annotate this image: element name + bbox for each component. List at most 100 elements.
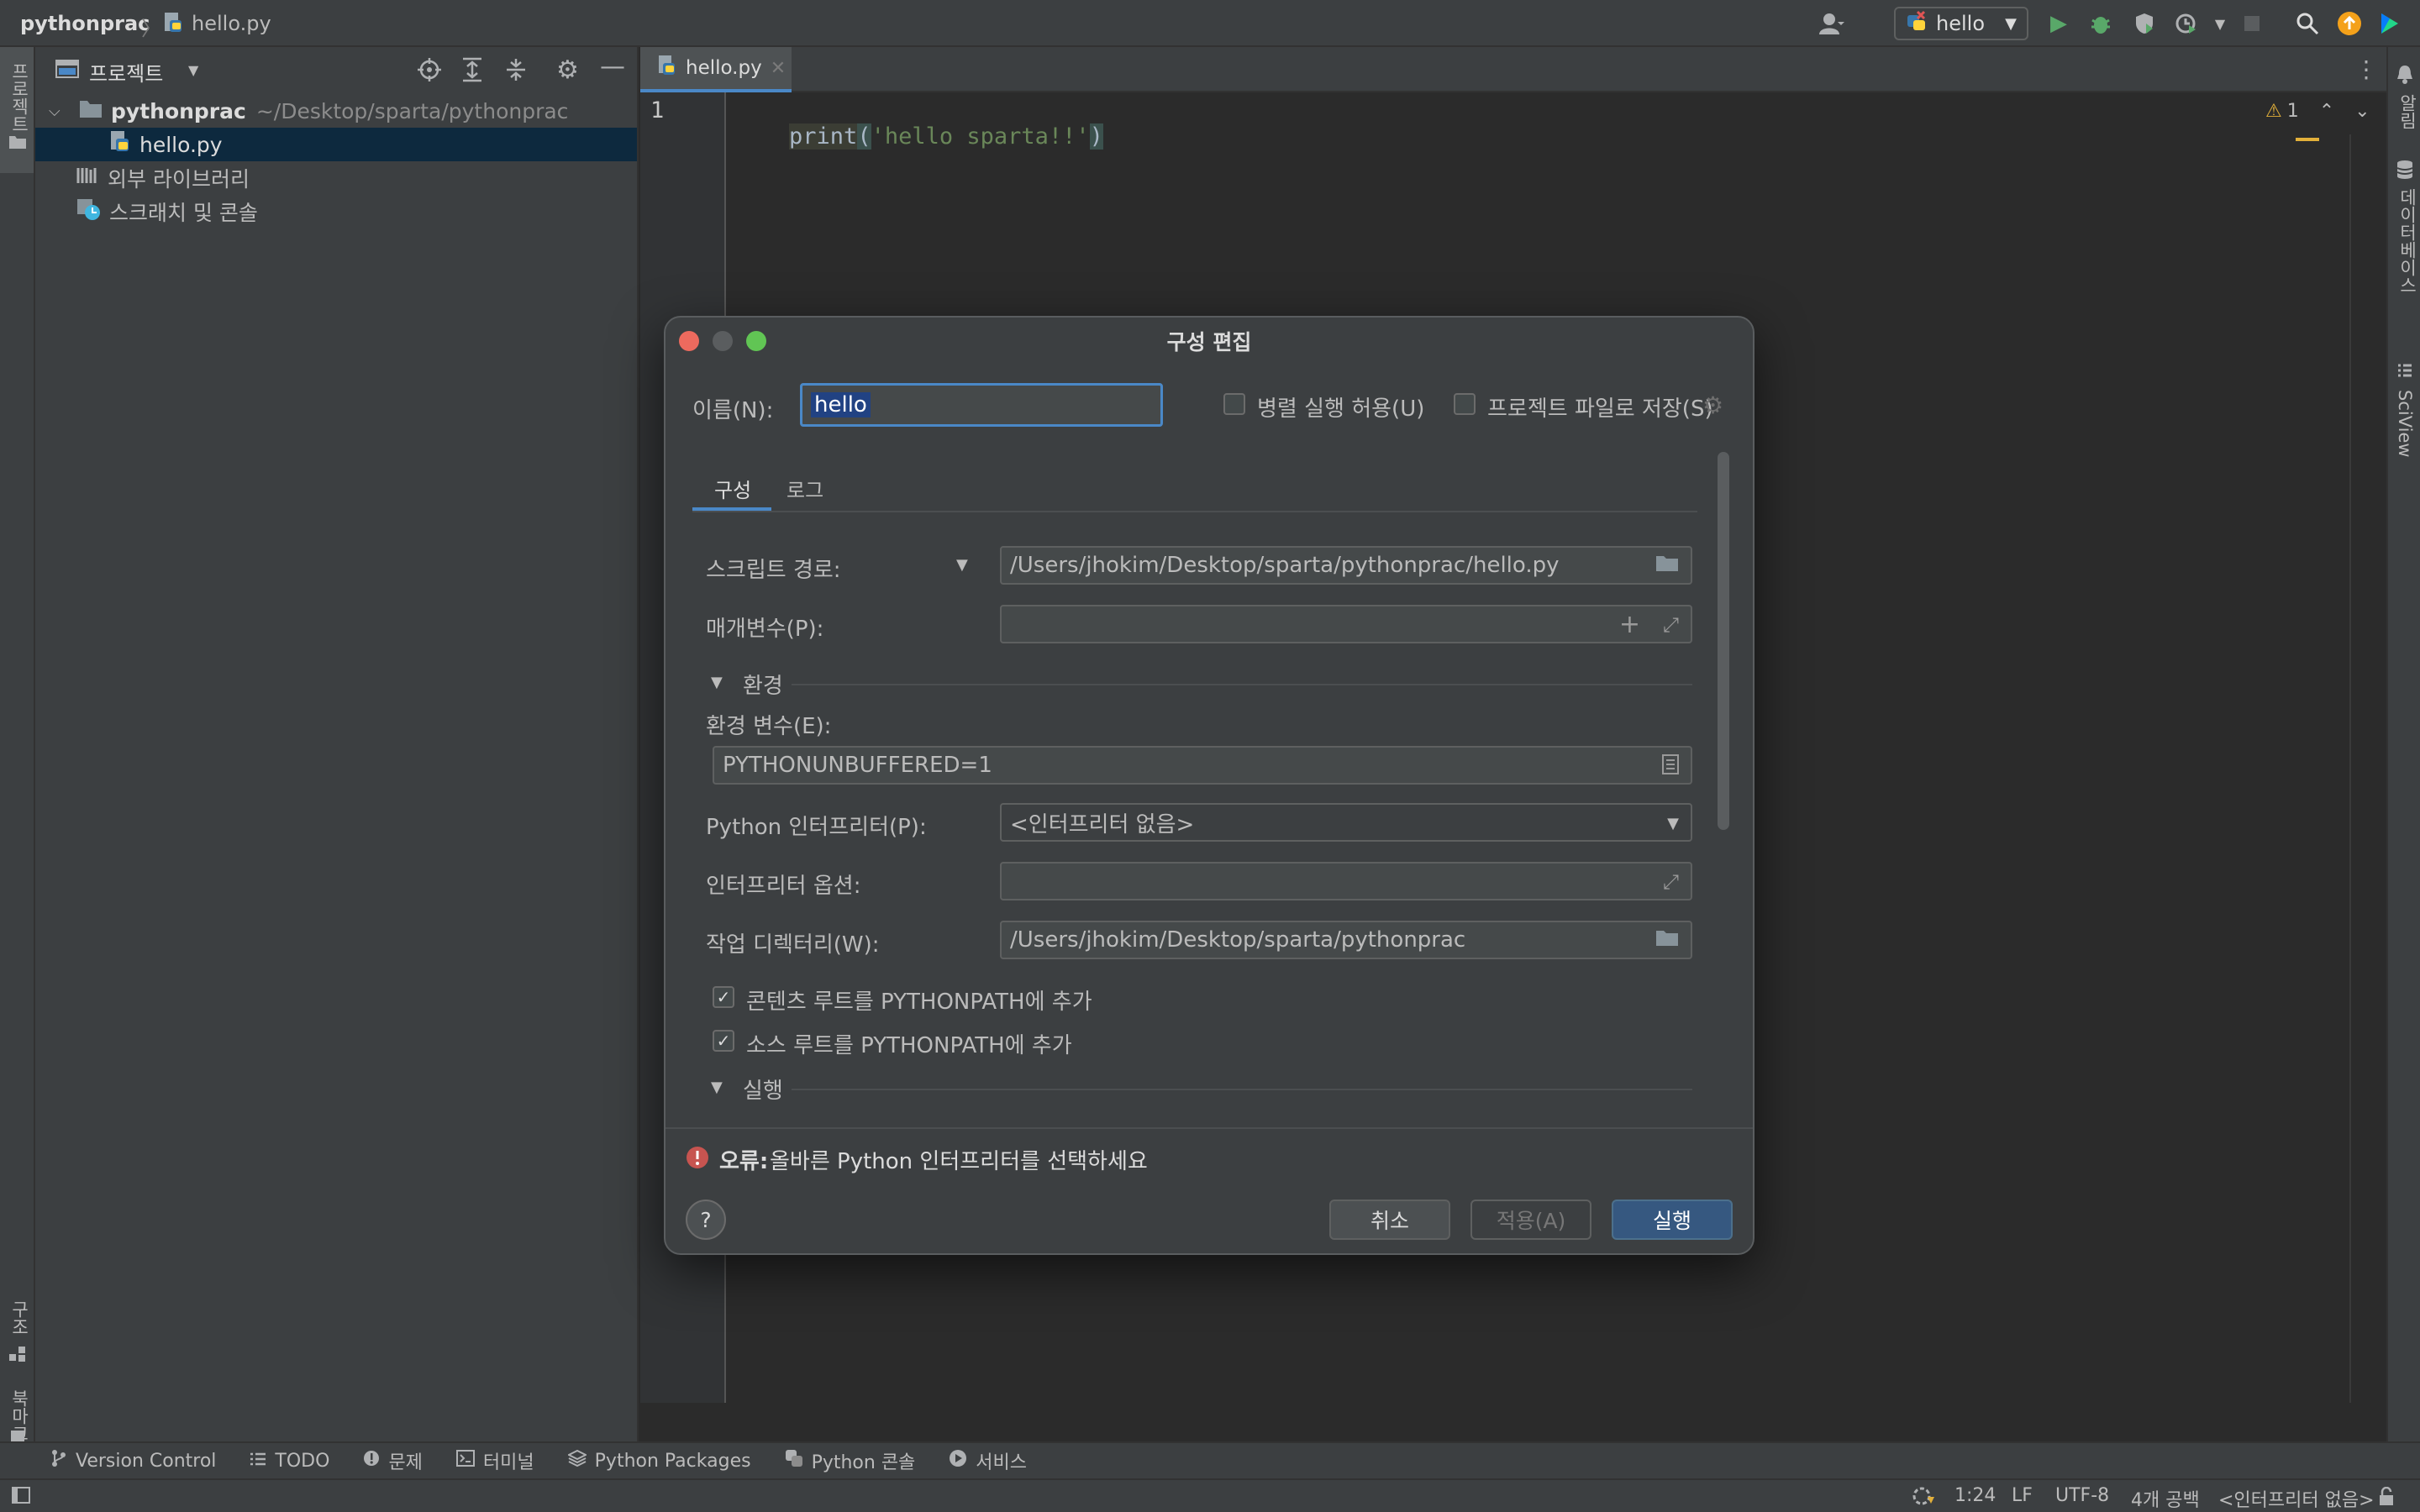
sciview-icon bbox=[2396, 363, 2413, 383]
tab-configuration[interactable]: 구성 bbox=[692, 467, 771, 511]
error-icon bbox=[686, 1146, 709, 1173]
tool-windows-toggle-icon[interactable] bbox=[12, 1487, 30, 1509]
expand-icon[interactable]: ⤢ bbox=[1663, 870, 1679, 894]
tool-services[interactable]: 서비스 bbox=[949, 1447, 1027, 1474]
section-divider bbox=[792, 1089, 1692, 1090]
caret-position[interactable]: 1:24 bbox=[1954, 1485, 1996, 1506]
locate-file-icon[interactable] bbox=[417, 57, 442, 86]
expand-icon[interactable]: ⤢ bbox=[1663, 613, 1679, 637]
add-content-roots-label: 콘텐츠 루트를 PYTHONPATH에 추가 bbox=[746, 990, 1092, 1015]
folder-icon[interactable] bbox=[1655, 929, 1679, 953]
more-options-icon[interactable]: ⋮ bbox=[2354, 55, 2378, 83]
tree-item-project-root[interactable]: ⌵ pythonprac ~/Desktop/sparta/pythonprac bbox=[35, 94, 637, 128]
chevron-down-icon[interactable]: ⌵ bbox=[49, 102, 72, 120]
env-vars-input[interactable]: PYTHONUNBUFFERED=1 bbox=[713, 746, 1692, 785]
inspection-widget[interactable]: ⚠ 1 ⌃ ⌄ bbox=[2265, 101, 2370, 122]
working-directory-input[interactable]: /Users/jhokim/Desktop/sparta/pythonprac bbox=[1000, 921, 1692, 959]
add-source-roots-checkbox[interactable]: ✓ bbox=[713, 1030, 734, 1052]
gear-icon[interactable]: ⚙ bbox=[556, 55, 579, 85]
interpreter-value: <인터프리터 없음> bbox=[1010, 811, 1195, 837]
breadcrumb-project[interactable]: pythonprac bbox=[20, 12, 150, 35]
problems-icon bbox=[363, 1450, 380, 1472]
scrollbar-thumb[interactable] bbox=[1718, 452, 1729, 830]
folder-icon[interactable] bbox=[1655, 554, 1679, 578]
run-config-selector[interactable]: hello ▼ bbox=[1894, 7, 2028, 40]
tab-hello-py[interactable]: hello.py ✕ bbox=[640, 47, 792, 92]
tree-item-external-libraries[interactable]: 외부 라이브러리 bbox=[35, 161, 637, 195]
chevron-up-icon[interactable]: ⌃ bbox=[2319, 101, 2334, 122]
coverage-icon[interactable] bbox=[2129, 8, 2160, 39]
add-content-roots-checkbox[interactable]: ✓ bbox=[713, 986, 734, 1008]
parallel-run-label: 병렬 실행 허용(U) bbox=[1257, 396, 1425, 422]
tool-problems[interactable]: 문제 bbox=[363, 1447, 423, 1474]
edit-env-vars-icon[interactable] bbox=[1662, 754, 1679, 780]
notifications-tool-tab[interactable]: 알림 bbox=[2388, 55, 2420, 148]
chevron-down-icon[interactable]: ⌄ bbox=[2354, 101, 2370, 122]
scratches-icon bbox=[76, 197, 101, 226]
user-icon[interactable] bbox=[1817, 8, 1847, 39]
warning-stripe-marker[interactable] bbox=[2296, 138, 2319, 141]
error-prefix: 오류: bbox=[719, 1149, 769, 1174]
collapse-all-icon[interactable] bbox=[504, 57, 528, 86]
script-type-dropdown-icon[interactable]: ▼ bbox=[956, 556, 968, 574]
file-encoding[interactable]: UTF-8 bbox=[2055, 1485, 2109, 1506]
stop-icon[interactable] bbox=[2237, 8, 2267, 39]
breadcrumb-file[interactable]: hello.py bbox=[192, 12, 271, 35]
gear-icon[interactable]: ⚙ bbox=[1702, 391, 1723, 419]
more-run-options-icon[interactable]: ▼ bbox=[2205, 8, 2235, 39]
tool-python-packages[interactable]: Python Packages bbox=[566, 1449, 751, 1472]
tool-services-label: 서비스 bbox=[976, 1452, 1028, 1473]
chevron-down-icon: ▼ bbox=[2005, 14, 2017, 33]
lock-icon[interactable] bbox=[2378, 1486, 2396, 1512]
bookmarks-tool-tab[interactable]: 북마크 bbox=[0, 1341, 34, 1450]
line-number: 1 bbox=[650, 97, 665, 123]
project-view-selector[interactable]: 프로젝트 bbox=[89, 57, 163, 87]
tool-version-control[interactable]: Version Control bbox=[50, 1449, 216, 1473]
tree-item-scratches[interactable]: 스크래치 및 콘솔 bbox=[35, 195, 637, 228]
line-separator[interactable]: LF bbox=[2012, 1485, 2033, 1506]
tab-logs[interactable]: 로그 bbox=[771, 467, 850, 511]
sciview-tool-tab[interactable]: SciView bbox=[2388, 316, 2420, 467]
tool-terminal[interactable]: 터미널 bbox=[455, 1447, 534, 1474]
name-label: 이름(N): bbox=[692, 398, 774, 423]
tool-python-console[interactable]: Python 콘솔 bbox=[785, 1447, 915, 1474]
project-panel-header: 프로젝트 ▼ ⚙ — bbox=[35, 47, 637, 92]
background-tasks-icon[interactable] bbox=[1911, 1485, 1936, 1512]
tool-todo[interactable]: TODO bbox=[250, 1451, 329, 1472]
run-button[interactable]: 실행 bbox=[1612, 1200, 1733, 1240]
name-input[interactable]: hello bbox=[800, 383, 1163, 427]
tab-configuration-label: 구성 bbox=[714, 479, 752, 502]
profile-icon[interactable] bbox=[2171, 8, 2202, 39]
apply-button[interactable]: 적용(A) bbox=[1470, 1200, 1591, 1240]
parallel-run-checkbox[interactable] bbox=[1223, 393, 1245, 415]
interpreter-options-input[interactable]: ⤢ bbox=[1000, 862, 1692, 900]
plus-icon[interactable]: + bbox=[1619, 610, 1640, 639]
code-line-1[interactable]: print('hello sparta!!') bbox=[734, 97, 1103, 176]
hide-panel-icon[interactable]: — bbox=[600, 52, 625, 81]
chevron-down-icon[interactable]: ▼ bbox=[711, 674, 723, 691]
working-directory-label: 작업 디렉터리(W): bbox=[706, 932, 880, 958]
run-configuration-dialog: 구성 편집 이름(N): hello 병렬 실행 허용(U) 프로젝트 파일로 … bbox=[664, 316, 1754, 1255]
search-icon[interactable] bbox=[2292, 8, 2323, 39]
run-icon[interactable]: ▶ bbox=[2044, 8, 2074, 39]
help-button[interactable]: ? bbox=[686, 1200, 726, 1240]
chevron-down-icon[interactable]: ▼ bbox=[711, 1079, 723, 1096]
debug-icon[interactable] bbox=[2086, 8, 2116, 39]
project-tool-tab[interactable]: 프로젝트 bbox=[0, 47, 34, 173]
interpreter-status[interactable]: <인터프리터 없음> bbox=[2218, 1485, 2375, 1512]
folder-icon bbox=[8, 134, 27, 153]
parameters-input[interactable]: + ⤢ bbox=[1000, 605, 1692, 643]
indent-setting[interactable]: 4개 공백 bbox=[2131, 1485, 2200, 1512]
store-as-project-file-checkbox[interactable] bbox=[1454, 393, 1476, 415]
cancel-button[interactable]: 취소 bbox=[1329, 1200, 1450, 1240]
chevron-down-icon[interactable]: ▼ bbox=[188, 62, 198, 78]
update-icon[interactable] bbox=[2334, 8, 2365, 39]
close-icon[interactable]: ✕ bbox=[771, 58, 786, 79]
database-tool-tab[interactable]: 데이터베이스 bbox=[2388, 153, 2420, 338]
script-path-input[interactable]: /Users/jhokim/Desktop/sparta/pythonprac/… bbox=[1000, 546, 1692, 585]
jetbrains-toolbox-icon[interactable] bbox=[2375, 8, 2405, 39]
expand-all-icon[interactable] bbox=[460, 57, 484, 86]
tree-item-hello-py[interactable]: hello.py bbox=[35, 128, 637, 161]
section-divider bbox=[792, 684, 1692, 685]
interpreter-select[interactable]: <인터프리터 없음> ▼ bbox=[1000, 803, 1692, 842]
